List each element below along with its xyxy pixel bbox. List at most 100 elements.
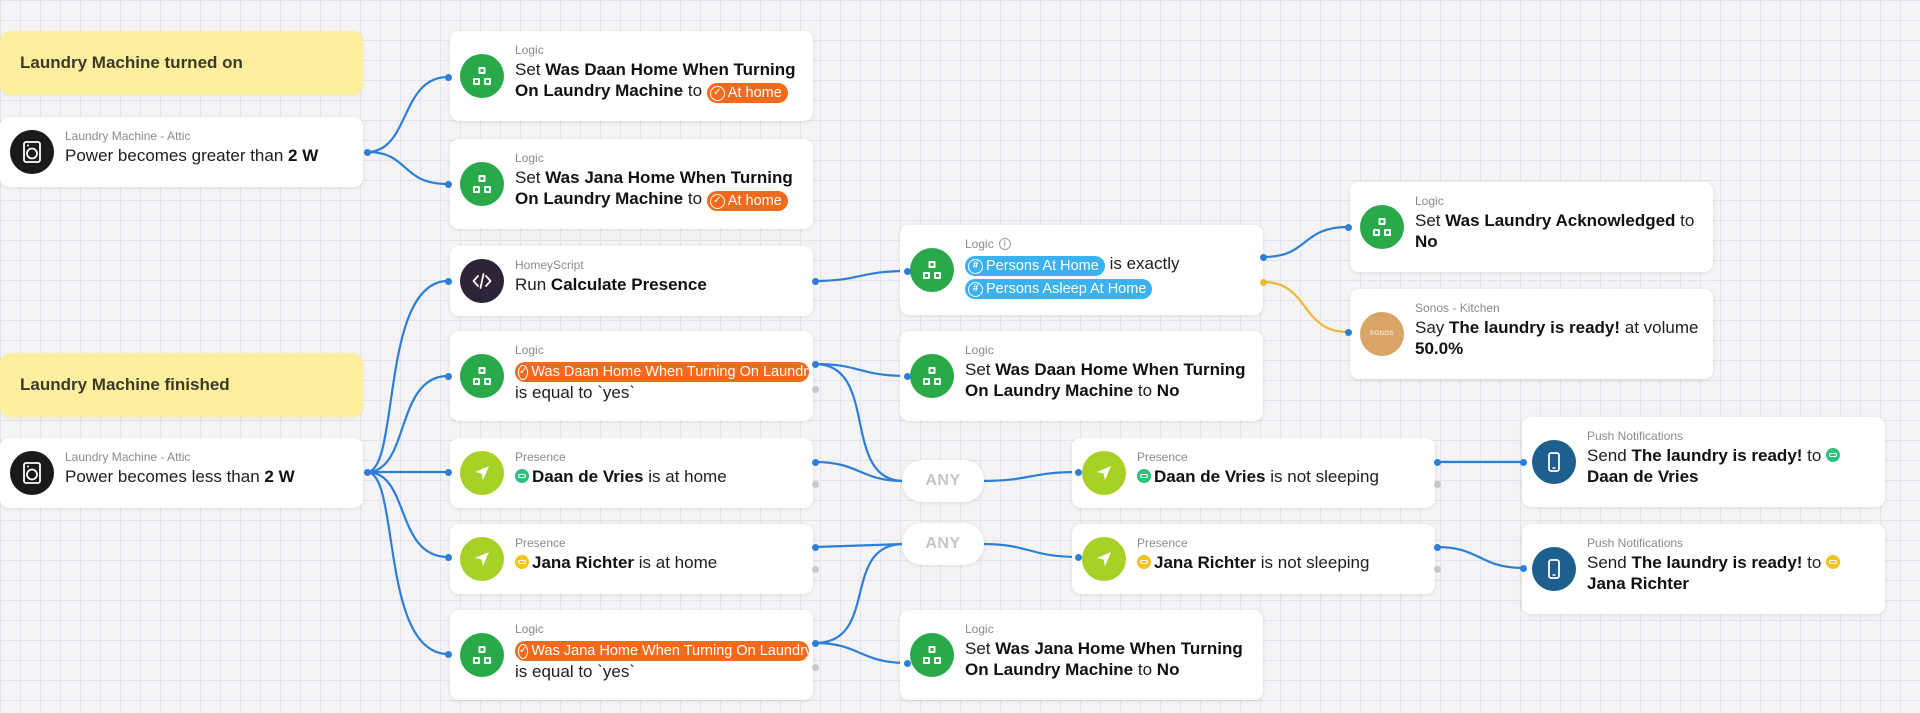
card-source: Laundry Machine - Attic — [65, 129, 191, 143]
action-card-set-jana-home[interactable]: Logic Set Was Jana Home When Turning On … — [450, 139, 813, 229]
input-port[interactable] — [444, 277, 452, 285]
wire-cond-jana-to-set-jana — [814, 641, 908, 665]
card-source: Laundry Machine - Attic — [65, 450, 191, 464]
wire-off-to-script — [366, 279, 449, 474]
input-port[interactable] — [1519, 458, 1527, 466]
card-source: Logic — [515, 343, 544, 357]
condition-card-jana-was-home[interactable]: Logic ✓ Was Jana Home When Turning On Lau… — [450, 610, 813, 700]
card-body: Set Was Daan Home When Turning On Laundr… — [965, 360, 1246, 400]
user-avatar-icon — [1826, 448, 1841, 462]
card-source: Logic — [965, 343, 994, 357]
check-icon: ✓ — [709, 193, 725, 209]
output-port[interactable] — [811, 360, 819, 368]
input-port[interactable] — [444, 468, 452, 476]
sonos-icon: SONOS — [1360, 312, 1404, 356]
card-body: Set Was Jana Home When Turning On Laundr… — [515, 168, 793, 211]
input-port[interactable] — [444, 73, 452, 81]
output-port[interactable] — [811, 458, 819, 466]
logic-icon — [910, 633, 954, 677]
input-port[interactable] — [444, 372, 452, 380]
condition-card-jana-home[interactable]: Presence Jana Richter is at home — [450, 524, 813, 594]
output-else-port[interactable] — [811, 480, 819, 488]
action-card-set-daan-home[interactable]: Logic Set Was Daan Home When Turning On … — [450, 31, 813, 121]
input-port[interactable] — [1519, 564, 1527, 572]
wire-on-to-set-daan — [366, 75, 449, 154]
card-body: Daan de Vries is not sleeping — [1137, 466, 1425, 487]
note-laundry-on[interactable]: Laundry Machine turned on — [0, 31, 363, 95]
tag-persons-at-home: # Persons At Home — [965, 256, 1105, 276]
output-port[interactable] — [363, 468, 371, 476]
input-port[interactable] — [903, 372, 911, 380]
output-port[interactable] — [1433, 543, 1441, 551]
wire-off-to-cond-jana — [366, 470, 449, 656]
card-body: Set Was Jana Home When Turning On Laundr… — [965, 639, 1243, 679]
output-else-port[interactable] — [811, 663, 819, 671]
output-port[interactable] — [363, 148, 371, 156]
card-body: Set Was Daan Home When Turning On Laundr… — [515, 60, 796, 103]
any-block-2[interactable]: ANY — [902, 523, 984, 565]
action-card-run-script[interactable]: HomeyScript Run Calculate Presence — [450, 246, 813, 316]
wire-cond-daan-to-any1 — [814, 362, 905, 483]
output-else-port[interactable] — [811, 565, 819, 573]
input-port[interactable] — [1074, 468, 1082, 476]
output-else-port[interactable] — [1433, 480, 1441, 488]
check-icon: ✓ — [518, 364, 529, 380]
card-body: ✓Was Jana Home When Turning On Laundry M… — [515, 641, 809, 681]
input-port[interactable] — [444, 553, 452, 561]
card-body: Run Calculate Presence — [515, 275, 707, 294]
wire-script-to-persons — [814, 269, 908, 283]
condition-card-jana-not-sleeping[interactable]: Presence Jana Richter is not sleeping — [1072, 524, 1435, 594]
tag-at-home: ✓ At home — [706, 191, 788, 211]
logic-icon — [460, 162, 504, 206]
trigger-card-power-less[interactable]: Laundry Machine - Attic Power becomes le… — [0, 438, 363, 508]
input-port[interactable] — [1344, 328, 1352, 336]
input-port[interactable] — [1074, 553, 1082, 561]
output-port[interactable] — [811, 543, 819, 551]
input-port[interactable] — [903, 659, 911, 667]
phone-icon — [1532, 440, 1576, 484]
condition-card-daan-home[interactable]: Presence Daan de Vries is at home — [450, 438, 813, 508]
card-source: Sonos - Kitchen — [1415, 301, 1500, 315]
condition-card-daan-not-sleeping[interactable]: Presence Daan de Vries is not sleeping — [1072, 438, 1435, 508]
output-else-port[interactable] — [1259, 278, 1267, 286]
card-body: Send The laundry is ready! to Daan de Vr… — [1587, 445, 1875, 487]
any-block-1[interactable]: ANY — [902, 460, 984, 502]
input-port[interactable] — [444, 650, 452, 658]
action-card-sonos-say[interactable]: SONOS Sonos - Kitchen Say The laundry is… — [1350, 289, 1713, 379]
location-arrow-icon — [460, 451, 504, 495]
condition-card-daan-was-home[interactable]: Logic ✓ Was Daan Home When Turning On Lau… — [450, 331, 813, 421]
card-body: Jana Richter is not sleeping — [1137, 552, 1425, 573]
action-card-set-acknowledged[interactable]: Logic Set Was Laundry Acknowledged to No — [1350, 182, 1713, 272]
input-port[interactable] — [1344, 223, 1352, 231]
output-port[interactable] — [1259, 253, 1267, 261]
card-source: Presence — [1137, 536, 1188, 550]
card-body: Send The laundry is ready! to Jana Richt… — [1587, 552, 1875, 594]
action-card-set-daan-no[interactable]: Logic Set Was Daan Home When Turning On … — [900, 331, 1263, 421]
card-source: Logic i — [965, 237, 1253, 251]
info-icon[interactable]: i — [998, 238, 1011, 250]
input-port[interactable] — [444, 180, 452, 188]
note-laundry-finished[interactable]: Laundry Machine finished — [0, 353, 363, 417]
output-else-port[interactable] — [811, 385, 819, 393]
user-avatar-icon — [515, 469, 529, 483]
user-avatar-icon — [515, 555, 529, 569]
output-else-port[interactable] — [1433, 565, 1441, 573]
input-port[interactable] — [903, 267, 911, 275]
trigger-card-power-greater[interactable]: Laundry Machine - Attic Power becomes gr… — [0, 117, 363, 187]
location-arrow-icon — [1082, 451, 1126, 495]
output-port[interactable] — [811, 639, 819, 647]
card-source: Logic — [515, 43, 544, 57]
tag-at-home: ✓ At home — [706, 83, 788, 103]
card-source: Presence — [1137, 450, 1188, 464]
card-source: Logic — [965, 622, 994, 636]
card-body: Daan de Vries is at home — [515, 466, 803, 487]
action-card-push-daan[interactable]: Push Notifications Send The laundry is r… — [1522, 417, 1885, 507]
condition-card-persons[interactable]: Logic i # Persons At Home is exactly # Pers… — [900, 225, 1263, 315]
action-card-push-jana[interactable]: Push Notifications Send The laundry is r… — [1522, 524, 1885, 614]
output-port[interactable] — [811, 277, 819, 285]
wire-jana-home-to-any2 — [814, 542, 905, 549]
action-card-set-jana-no[interactable]: Logic Set Was Jana Home When Turning On … — [900, 610, 1263, 700]
card-source: Logic — [515, 622, 544, 636]
output-port[interactable] — [1433, 458, 1441, 466]
wire-persons-else-to-sonos — [1262, 280, 1349, 334]
